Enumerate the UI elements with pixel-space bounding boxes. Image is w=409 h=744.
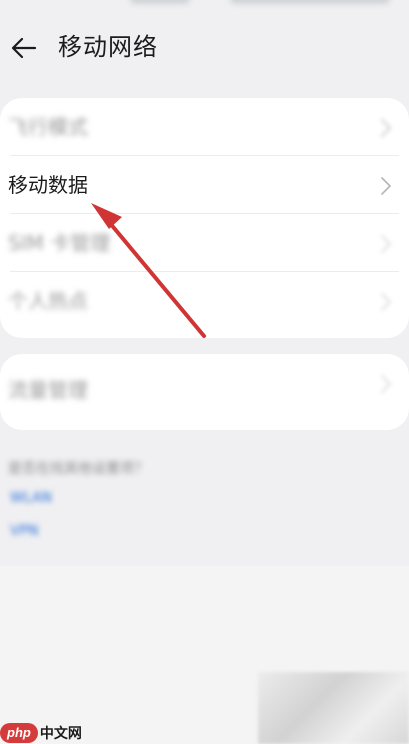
chevron-right-icon: [381, 375, 392, 393]
chevron-right-icon: [381, 177, 392, 195]
settings-row-traffic-management[interactable]: 流量管理: [0, 354, 409, 430]
footer-link-vpn[interactable]: VPN: [10, 523, 39, 539]
row-label: 移动数据: [8, 173, 88, 197]
row-label: 个人热点: [8, 289, 88, 313]
settings-row-mobile-data[interactable]: 移动数据: [0, 156, 409, 214]
status-bar: [0, 0, 409, 18]
site-watermark: php 中文网: [0, 722, 82, 744]
footer-link-wlan[interactable]: WLAN: [10, 490, 52, 506]
row-label: 流量管理: [8, 378, 88, 402]
settings-card-traffic: 流量管理: [0, 354, 409, 430]
chevron-right-icon: [381, 235, 392, 253]
status-icons-right: [230, 0, 390, 4]
settings-row-hotspot[interactable]: 个人热点: [0, 272, 409, 330]
pixelated-region: [258, 672, 409, 744]
app-header: 移动网络: [0, 18, 409, 78]
page-title: 移动网络: [58, 33, 158, 61]
status-icons-left: [130, 0, 190, 4]
chevron-right-icon: [381, 119, 392, 137]
watermark-text: 中文网: [39, 725, 82, 741]
footer-note: 是否在找其他设置项？: [8, 461, 148, 477]
row-label: 飞行模式: [8, 115, 88, 139]
watermark-badge: php: [0, 723, 38, 743]
settings-row-airplane-mode[interactable]: 飞行模式: [0, 98, 409, 156]
row-label: SIM 卡管理: [8, 231, 111, 255]
settings-row-sim-management[interactable]: SIM 卡管理: [0, 214, 409, 272]
settings-card-network: 飞行模式 移动数据 SIM 卡管理 个人热点: [0, 98, 409, 338]
back-arrow-icon[interactable]: [10, 34, 38, 62]
chevron-right-icon: [381, 293, 392, 311]
